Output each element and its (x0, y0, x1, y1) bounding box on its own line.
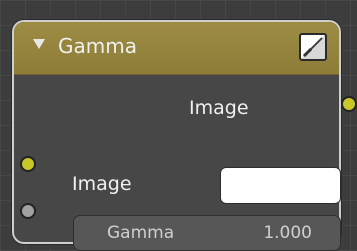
input-image-socket[interactable] (20, 156, 36, 172)
output-image-socket[interactable] (341, 96, 357, 112)
image-color-field[interactable] (220, 167, 341, 204)
input-image-label: Image (72, 173, 132, 195)
output-image-label: Image (189, 97, 249, 119)
gamma-field-value: 1.000 (263, 223, 312, 243)
node-title: Gamma (58, 34, 137, 58)
gamma-node[interactable]: Gamma Image Image Gamma 1.000 (12, 20, 341, 251)
gamma-number-field[interactable]: Gamma 1.000 (73, 215, 341, 251)
gamma-field-label: Gamma (107, 223, 175, 243)
preview-toggle-icon[interactable] (299, 33, 327, 61)
input-gamma-socket[interactable] (20, 203, 36, 219)
triangle-down-icon[interactable] (33, 39, 45, 49)
node-header[interactable]: Gamma (14, 22, 339, 75)
